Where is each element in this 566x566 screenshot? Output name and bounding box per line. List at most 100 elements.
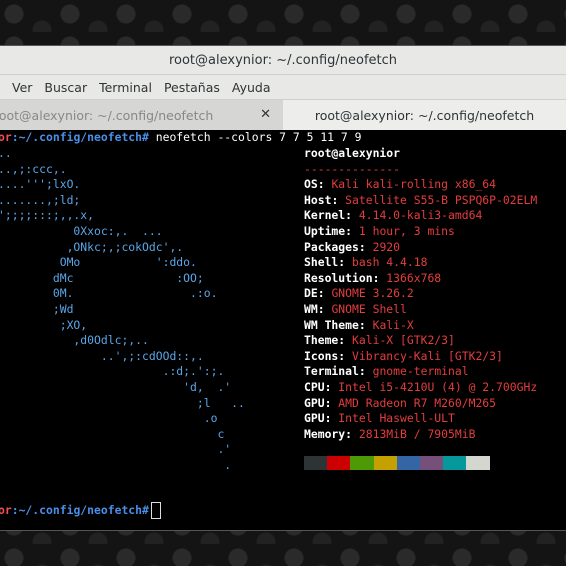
tab-1-label: root@alexynior: ~/.config/neofetch [0, 107, 214, 123]
menu-ver[interactable]: Ver [12, 80, 32, 95]
info-key: Shell [304, 255, 339, 270]
info-key: CPU [304, 379, 325, 394]
ascii-line: ..',;:cdOOd::,. [0, 348, 204, 363]
info-row: Terminal: gnome-terminal [304, 364, 469, 379]
info-value: Satellite S55-B PSPQ6P-02ELM [345, 192, 538, 207]
ascii-line: . [0, 457, 232, 472]
window-titlebar[interactable]: root@alexynior: ~/.config/neofetch [0, 46, 566, 75]
prompt-user-2: or [0, 503, 12, 517]
command-line: or:~/.config/neofetch# neofetch --colors… [0, 130, 361, 146]
info-key: Resolution [304, 270, 373, 285]
info-key: Theme [304, 333, 339, 348]
info-value: Kali kali-rolling x86_64 [331, 177, 497, 192]
ascii-line: ;l .. [0, 395, 245, 410]
info-value: 1366x768 [386, 270, 442, 285]
ascii-line: ,ONkc;,;cokOdc',. [0, 239, 184, 254]
ascii-line: .:d;.':;. [0, 364, 225, 379]
ascii-line: ....''';lxO. [0, 177, 81, 192]
info-key: Host [304, 192, 332, 207]
prompt-user: or [0, 130, 12, 144]
ascii-line: ,d0Odlc;,.. [0, 333, 149, 348]
info-key: Kernel [304, 208, 346, 223]
info-row: Shell: bash 4.4.18 [304, 255, 428, 270]
menu-ayuda[interactable]: Ayuda [232, 80, 271, 95]
ascii-line: ..,;:ccc,. [0, 161, 67, 176]
info-value: Vibrancy-Kali [GTK2/3] [352, 348, 503, 363]
ascii-line: 0Xxoc:,. ... [0, 223, 163, 238]
info-value: Intel i5-4210U (4) @ 2.700GHz [338, 379, 538, 394]
command-text: neofetch --colors 7 7 5 11 7 9 [148, 130, 362, 144]
terminal-window: root@alexynior: ~/.config/neofetch Ver B… [0, 46, 566, 530]
tab-1[interactable]: root@alexynior: ~/.config/neofetch ✕ [0, 100, 283, 130]
menu-bar: Ver Buscar Terminal Pestañas Ayuda [0, 75, 566, 99]
info-row: Kernel: 4.14.0-kali3-amd64 [304, 208, 483, 223]
info-key: GPU [304, 395, 325, 410]
ascii-line: .......,;ld; [0, 192, 81, 207]
ascii-line: OMo ':ddo. [0, 255, 197, 270]
color-swatch [396, 456, 420, 470]
info-row: WM: GNOME Shell [304, 301, 407, 316]
tab-bar: root@alexynior: ~/.config/neofetch ✕ roo… [0, 99, 566, 131]
info-key: Packages [304, 239, 359, 254]
ascii-line: c [0, 426, 225, 441]
separator: -------------- [304, 161, 401, 176]
menu-buscar[interactable]: Buscar [44, 80, 87, 95]
info-key: DE [304, 286, 318, 301]
color-swatch [466, 456, 490, 470]
prompt-path-2: :~/.config/neofetch# [11, 503, 149, 517]
info-value: 4.14.0-kali3-amd64 [358, 208, 483, 223]
info-value: Kali-X [372, 317, 414, 332]
info-row: DE: GNOME 3.26.2 [304, 286, 414, 301]
info-row: OS: Kali kali-rolling x86_64 [304, 177, 497, 192]
info-row: WM Theme: Kali-X [304, 317, 414, 332]
color-swatch [327, 456, 351, 470]
close-icon[interactable]: ✕ [260, 107, 271, 122]
color-swatch [350, 456, 374, 470]
info-value: Kali-X [GTK2/3] [352, 333, 455, 348]
info-value: GNOME Shell [331, 301, 407, 316]
window-title: root@alexynior: ~/.config/neofetch [168, 52, 398, 68]
ascii-line: 'd, .' [0, 379, 232, 394]
info-value: bash 4.4.18 [352, 255, 428, 270]
info-key: Uptime [304, 223, 346, 238]
info-value: 1 hour, 3 mins [358, 223, 455, 238]
ascii-line: ';;;;:::;,,.x, [0, 208, 95, 223]
info-value: 2920 [372, 239, 401, 254]
menu-pestanas[interactable]: Pestañas [164, 80, 220, 95]
prompt-line[interactable]: or:~/.config/neofetch# [0, 502, 161, 519]
info-key: WM Theme [304, 317, 359, 332]
color-swatch [373, 456, 397, 470]
info-key: Memory [304, 426, 346, 441]
prompt-path: :~/.config/neofetch# [11, 130, 149, 144]
ascii-logo: ....,;:ccc,.....''';lxO........,;ld;';;;… [0, 146, 245, 473]
ascii-line: ;XO, [0, 317, 88, 332]
info-row: CPU: Intel i5-4210U (4) @ 2.700GHz [304, 379, 538, 394]
info-key: Icons [304, 348, 339, 363]
info-row: Icons: Vibrancy-Kali [GTK2/3] [304, 348, 503, 363]
ascii-line: ;Wd [0, 301, 74, 316]
info-row: Host: Satellite S55-B PSPQ6P-02ELM [304, 192, 538, 207]
info-row: Resolution: 1366x768 [304, 270, 442, 285]
info-key: WM [304, 301, 318, 316]
system-info: root@alexynior -------------- OS: Kali k… [304, 146, 537, 442]
color-palette [304, 456, 490, 470]
ascii-line: .' [0, 442, 232, 457]
info-value: 2813MiB / 7905MiB [358, 426, 476, 441]
info-key: Terminal [304, 364, 359, 379]
info-value: GNOME 3.26.2 [331, 286, 414, 301]
info-row: GPU: Intel Haswell-ULT [304, 411, 455, 426]
ascii-line: 0M. .:o. [0, 286, 218, 301]
tab-2[interactable]: root@alexynior: ~/.config/neofetch [283, 100, 566, 130]
info-row: Uptime: 1 hour, 3 mins [304, 223, 455, 238]
info-row: Memory: 2813MiB / 7905MiB [304, 426, 476, 441]
menu-terminal[interactable]: Terminal [99, 80, 152, 95]
info-key: GPU [304, 411, 325, 426]
terminal-output[interactable]: or:~/.config/neofetch# neofetch --colors… [0, 130, 566, 530]
info-row: Packages: 2920 [304, 239, 401, 254]
info-value: gnome-terminal [372, 364, 469, 379]
tab-2-label: root@alexynior: ~/.config/neofetch [314, 107, 535, 123]
color-swatch [419, 456, 444, 470]
info-value: Intel Haswell-ULT [338, 411, 455, 426]
info-row: GPU: AMD Radeon R7 M260/M265 [304, 395, 497, 410]
user-host: root@alexynior [304, 146, 401, 160]
